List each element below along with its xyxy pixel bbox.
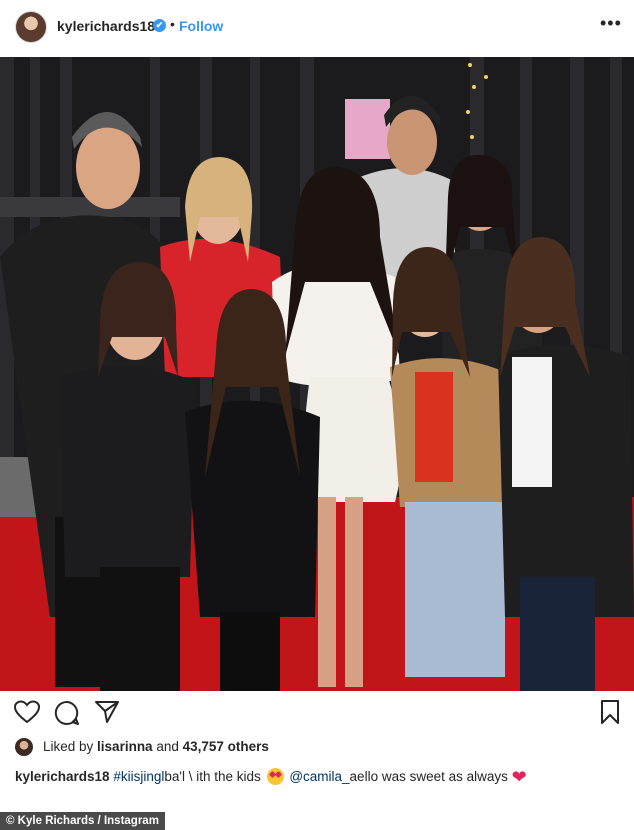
likes-text: Liked by lisarinna and 43,757 others bbox=[43, 739, 269, 754]
red-heart-emoji-icon: ❤ bbox=[511, 767, 527, 787]
heart-outline-icon[interactable] bbox=[14, 700, 40, 724]
heart-eyes-emoji-icon bbox=[266, 768, 284, 785]
caption-username[interactable]: kylerichards18 bbox=[15, 769, 110, 784]
caption-mention[interactable]: @camila_ bbox=[289, 769, 349, 784]
liker-username[interactable]: lisarinna bbox=[97, 739, 153, 754]
caption-text-2: llo was sweet as always bbox=[364, 769, 508, 784]
caption-text-1: \ ith th bbox=[184, 769, 226, 784]
liker-avatar[interactable] bbox=[15, 738, 33, 756]
bookmark-icon[interactable] bbox=[600, 700, 620, 724]
caption-mention-tail: ae bbox=[349, 769, 365, 784]
follow-button[interactable]: Follow bbox=[179, 18, 223, 34]
action-bar bbox=[0, 700, 634, 730]
likes-middle: and bbox=[152, 739, 183, 754]
post-caption: kylerichards18 #kiisjinglba'l \ ith the … bbox=[15, 767, 625, 788]
caption-hashtag[interactable]: #kiisjingl bbox=[113, 769, 164, 784]
verified-badge-icon: ✔ bbox=[153, 19, 166, 32]
likes-summary: Liked by lisarinna and 43,757 others bbox=[15, 737, 615, 757]
profile-avatar[interactable] bbox=[15, 11, 47, 43]
post-header: kylerichards18 ✔ • Follow ••• bbox=[0, 0, 634, 56]
caption-text-1b: e kids bbox=[225, 769, 261, 784]
more-options-icon[interactable]: ••• bbox=[600, 13, 622, 34]
post-photo[interactable] bbox=[0, 57, 634, 691]
send-paper-plane-icon[interactable] bbox=[94, 700, 120, 724]
comment-bubble-icon[interactable] bbox=[54, 700, 80, 726]
post-username[interactable]: kylerichards18 bbox=[57, 18, 155, 34]
caption-hashtag-tail: ba'l bbox=[164, 769, 185, 784]
photo-credit: © Kyle Richards / Instagram bbox=[0, 812, 165, 830]
group-photo-image bbox=[0, 57, 634, 691]
likes-count[interactable]: 43,757 others bbox=[183, 739, 269, 754]
separator-dot: • bbox=[170, 16, 175, 32]
likes-prefix: Liked by bbox=[43, 739, 98, 754]
